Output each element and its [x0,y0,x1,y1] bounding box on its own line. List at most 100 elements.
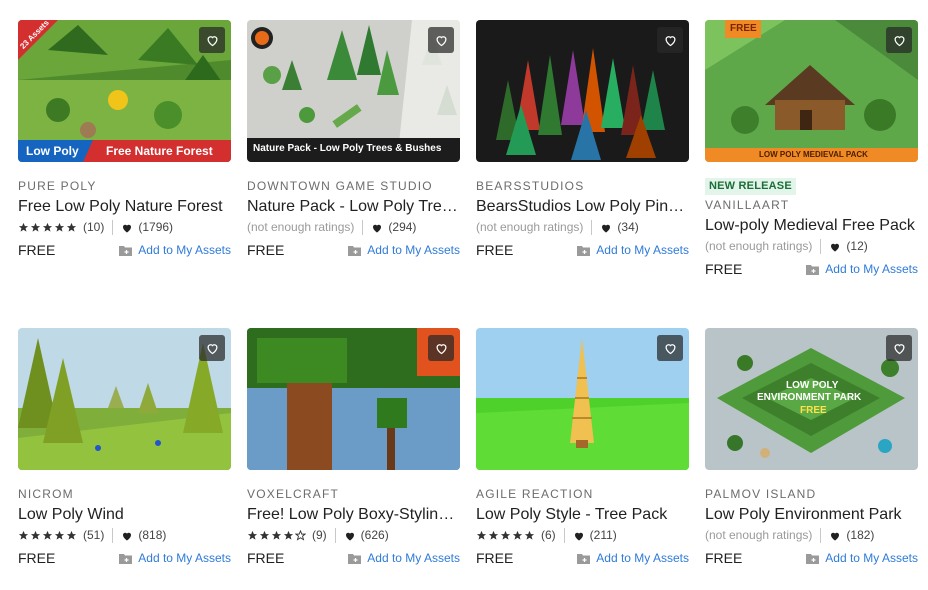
star-filled-icon [18,530,29,540]
divider [820,528,822,543]
banner-label: LOW POLY MEDIEVAL PACK [759,150,868,159]
favorites-count: (34) [617,220,639,234]
rating-row: (9) (626) [247,528,460,543]
rating-row: (6) (211) [476,528,689,543]
star-rating [18,530,77,541]
rating-text: (not enough ratings) [247,220,355,234]
asset-card[interactable]: FREE LOW POLY MEDIEVAL PACK NEW RELEASE … [705,20,918,277]
asset-card[interactable]: BEARSSTUDIOS BearsStudios Low Poly Pine … [476,20,689,258]
asset-thumbnail[interactable] [247,328,460,470]
star-filled-icon [66,530,77,540]
publisher-name[interactable]: BEARSSTUDIOS [476,179,689,193]
card-footer: FREE Add to My Assets [705,550,918,566]
asset-thumbnail[interactable]: Nature Pack - Low Poly Trees & Bushes [247,20,460,162]
add-to-my-assets-label: Add to My Assets [825,262,918,276]
favorite-button[interactable] [199,335,225,361]
favorite-button[interactable] [657,335,683,361]
asset-title[interactable]: BearsStudios Low Poly Pine Trees [476,197,689,216]
favorite-button[interactable] [428,27,454,53]
add-to-my-assets-button[interactable]: Add to My Assets [348,243,460,257]
star-filled-icon [54,530,65,540]
star-filled-icon [54,222,65,232]
asset-card[interactable]: VOXELCRAFT Free! Low Poly Boxy-Styling T… [247,328,460,566]
asset-title[interactable]: Low Poly Wind [18,505,231,524]
add-to-my-assets-button[interactable]: Add to My Assets [806,551,918,565]
add-to-my-assets-button[interactable]: Add to My Assets [577,243,689,257]
asset-title[interactable]: Free Low Poly Nature Forest [18,197,231,216]
heart-outline-icon [893,343,905,354]
add-to-my-assets-button[interactable]: Add to My Assets [806,262,918,276]
asset-title[interactable]: Free! Low Poly Boxy-Styling Trees [247,505,460,524]
publisher-name[interactable]: AGILE REACTION [476,487,689,501]
heart-icon [373,224,382,232]
add-to-my-assets-button[interactable]: Add to My Assets [119,551,231,565]
asset-card[interactable]: LOW POLY ENVIRONMENT PARK FREE PALMOV IS… [705,328,918,566]
price: FREE [476,242,514,258]
publisher-name[interactable]: PURE POLY [18,179,231,193]
price: FREE [705,550,743,566]
banner-label: Nature Pack - Low Poly Trees & Bushes [253,143,442,154]
favorite-button[interactable] [886,335,912,361]
add-to-my-assets-button[interactable]: Add to My Assets [119,243,231,257]
asset-thumbnail[interactable]: 23 Assets Low Poly Free Nature Forest [18,20,231,162]
asset-thumbnail[interactable] [476,20,689,162]
rating-count: (6) [541,528,556,542]
heart-outline-icon [893,35,905,46]
folder-add-icon [806,264,820,275]
star-filled-icon [66,222,77,232]
divider [563,528,565,543]
card-footer: FREE Add to My Assets [476,242,689,258]
divider [112,220,114,235]
asset-title[interactable]: Low Poly Style - Tree Pack [476,505,689,524]
divider [362,220,364,235]
rating-count: (9) [312,528,327,542]
divider [591,220,593,235]
asset-title[interactable]: Low Poly Environment Park [705,505,918,524]
star-rating [476,530,535,541]
asset-card[interactable]: Nature Pack - Low Poly Trees & Bushes DO… [247,20,460,258]
publisher-name[interactable]: NICROM [18,487,231,501]
free-tag: FREE [730,23,757,34]
asset-thumbnail[interactable]: LOW POLY ENVIRONMENT PARK FREE [705,328,918,470]
publisher-name[interactable]: PALMOV ISLAND [705,487,918,501]
add-to-my-assets-button[interactable]: Add to My Assets [348,551,460,565]
add-to-my-assets-label: Add to My Assets [596,551,689,565]
heart-outline-icon [206,343,218,354]
asset-title[interactable]: Nature Pack - Low Poly Trees & Bushes [247,197,460,216]
card-footer: FREE Add to My Assets [18,550,231,566]
publisher-name[interactable]: VANILLAART [705,198,918,212]
favorite-button[interactable] [428,335,454,361]
rating-row: (not enough ratings) (294) [247,220,460,235]
star-filled-icon [18,222,29,232]
publisher-name[interactable]: VOXELCRAFT [247,487,460,501]
asset-thumbnail[interactable] [476,328,689,470]
favorite-button[interactable] [199,27,225,53]
price: FREE [247,550,285,566]
add-to-my-assets-label: Add to My Assets [596,243,689,257]
heart-icon [831,532,840,540]
star-filled-icon [283,530,294,540]
rating-text: (not enough ratings) [705,239,813,253]
divider [334,528,336,543]
star-empty-icon [295,530,306,541]
favorites-count: (182) [846,528,875,542]
heart-outline-icon [664,35,676,46]
asset-thumbnail[interactable]: FREE LOW POLY MEDIEVAL PACK [705,20,918,162]
add-to-my-assets-label: Add to My Assets [367,551,460,565]
add-to-my-assets-button[interactable]: Add to My Assets [577,551,689,565]
folder-add-icon [119,553,133,564]
add-to-my-assets-label: Add to My Assets [367,243,460,257]
asset-card[interactable]: 23 Assets Low Poly Free Nature Forest PU… [18,20,231,258]
heart-icon [345,532,354,540]
heart-icon [123,224,132,232]
price: FREE [247,242,285,258]
asset-card[interactable]: AGILE REACTION Low Poly Style - Tree Pac… [476,328,689,566]
favorite-button[interactable] [657,27,683,53]
asset-thumbnail[interactable] [18,328,231,470]
asset-title[interactable]: Low-poly Medieval Free Pack [705,216,918,235]
publisher-name[interactable]: DOWNTOWN GAME STUDIO [247,179,460,193]
asset-card[interactable]: NICROM Low Poly Wind (51) (818) FREE Add… [18,328,231,566]
folder-add-icon [577,553,591,564]
heart-icon [574,532,583,540]
favorite-button[interactable] [886,27,912,53]
